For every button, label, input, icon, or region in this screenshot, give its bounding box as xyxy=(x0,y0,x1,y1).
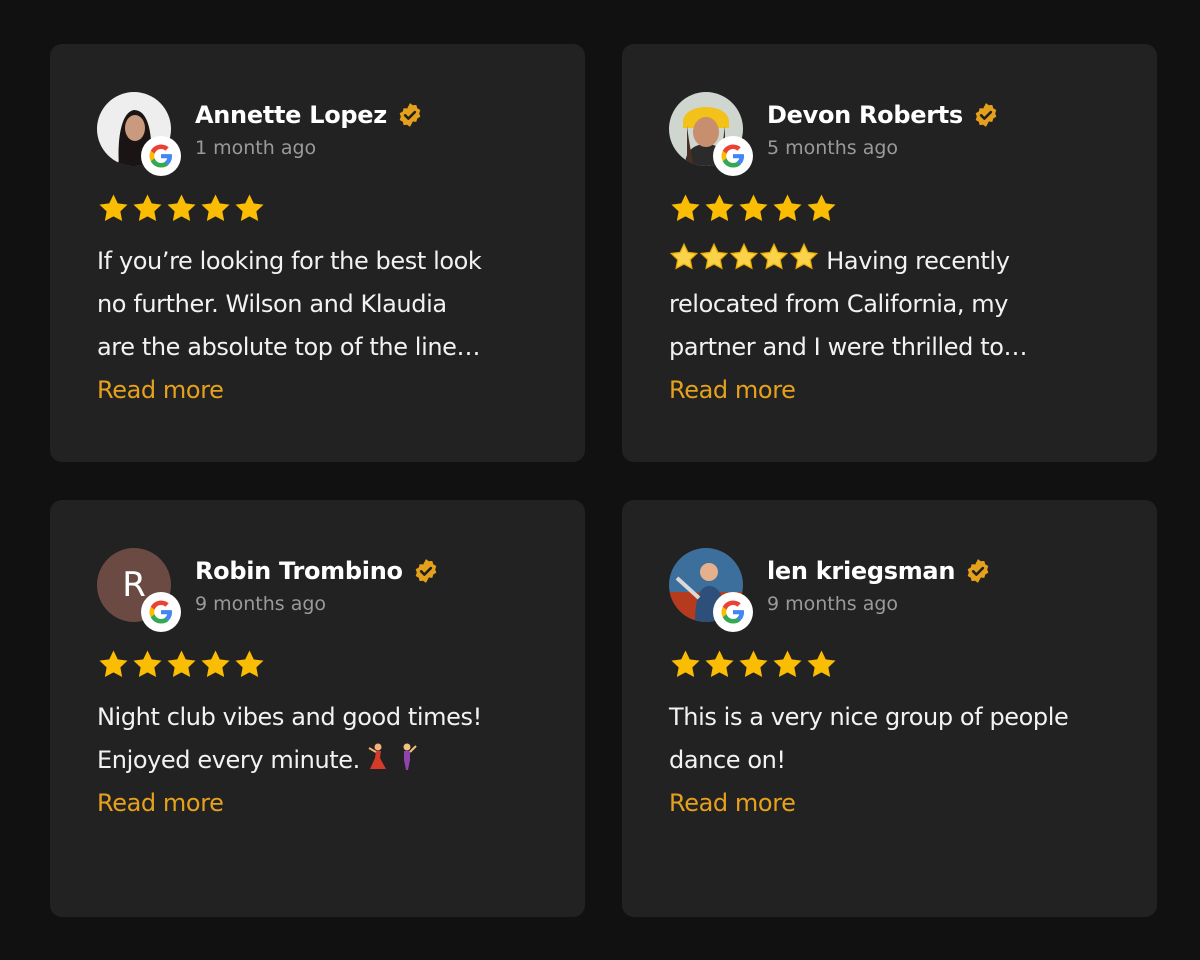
star-emoji-icon xyxy=(669,242,699,270)
review-card: Devon Roberts 5 months ago Having recent… xyxy=(622,44,1157,462)
star-icon xyxy=(773,650,802,678)
review-text-line: This is a very nice group of people xyxy=(669,703,1069,731)
avatar-container[interactable] xyxy=(669,548,753,632)
reviewer-name[interactable]: Devon Roberts xyxy=(767,101,963,129)
reviewer-name[interactable]: Annette Lopez xyxy=(195,101,387,129)
star-icon xyxy=(167,650,196,678)
read-more-link[interactable]: Read more xyxy=(669,369,796,412)
avatar-container[interactable] xyxy=(669,92,753,176)
reviewer-name[interactable]: Robin Trombino xyxy=(195,557,403,585)
review-text-segment: Having recently xyxy=(826,247,1010,275)
star-rating xyxy=(97,192,539,226)
verified-badge-icon xyxy=(967,559,989,583)
star-rating xyxy=(97,648,539,682)
review-text: If you’re looking for the best look no f… xyxy=(97,240,542,412)
star-icon xyxy=(99,650,128,678)
avatar-container[interactable] xyxy=(97,92,181,176)
star-icon xyxy=(201,194,230,222)
review-text-line: no further. Wilson and Klaudia xyxy=(97,290,447,318)
dancer-emoji-icon xyxy=(368,743,386,769)
star-icon xyxy=(671,194,700,222)
review-text-line: Having recently xyxy=(669,240,1114,283)
review-text-line: partner and I were thrilled to… xyxy=(669,333,1028,361)
review-text-segment: Enjoyed every minute. xyxy=(97,746,360,774)
review-date: 9 months ago xyxy=(767,593,899,615)
verified-badge-icon xyxy=(415,559,436,583)
review-text-line: Enjoyed every minute. xyxy=(97,739,542,782)
read-more-link[interactable]: Read more xyxy=(669,782,796,825)
star-icon xyxy=(167,194,196,222)
star-icon xyxy=(99,194,128,222)
google-icon xyxy=(713,592,753,632)
read-more-link[interactable]: Read more xyxy=(97,782,224,825)
review-header: Annette Lopez 1 month ago xyxy=(97,92,539,178)
star-emoji-icon xyxy=(789,242,819,270)
review-text-line: relocated from California, my xyxy=(669,290,1009,318)
verified-badge-icon xyxy=(975,103,997,127)
star-icon xyxy=(807,650,836,678)
verified-badge-icon xyxy=(399,103,421,127)
review-text-line: If you’re looking for the best look xyxy=(97,247,482,275)
star-icon xyxy=(133,194,162,222)
review-text-line: Night club vibes and good times! xyxy=(97,703,482,731)
review-header: len kriegsman 9 months ago xyxy=(669,548,1111,634)
review-date: 9 months ago xyxy=(195,593,327,615)
dancer-emoji-icon xyxy=(403,743,417,770)
google-icon xyxy=(141,592,181,632)
review-text-line: are the absolute top of the line… xyxy=(97,333,481,361)
reviews-grid: Annette Lopez 1 month ago If you’re look… xyxy=(50,44,1157,917)
star-icon xyxy=(201,650,230,678)
star-rating xyxy=(669,648,1111,682)
star-emoji-icon xyxy=(759,242,789,270)
review-card: len kriegsman 9 months ago This is a ver… xyxy=(622,500,1157,917)
review-card: Annette Lopez 1 month ago If you’re look… xyxy=(50,44,585,462)
star-icon xyxy=(773,194,802,222)
star-rating xyxy=(669,192,1111,226)
review-card: R Robin Trombino 9 months ago Night club… xyxy=(50,500,585,917)
review-text-line: dance on! xyxy=(669,746,786,774)
read-more-link[interactable]: Read more xyxy=(97,369,224,412)
star-icon xyxy=(235,194,264,222)
review-text: This is a very nice group of people danc… xyxy=(669,696,1114,825)
star-emoji-icon xyxy=(729,242,759,270)
google-icon xyxy=(713,136,753,176)
star-emoji-icon xyxy=(699,242,729,270)
star-icon xyxy=(705,194,734,222)
star-icon xyxy=(807,194,836,222)
star-icon xyxy=(705,650,734,678)
reviewer-name[interactable]: len kriegsman xyxy=(767,557,955,585)
avatar-container[interactable]: R xyxy=(97,548,181,632)
review-text: Night club vibes and good times! Enjoyed… xyxy=(97,696,542,825)
star-icon xyxy=(739,650,768,678)
review-date: 1 month ago xyxy=(195,137,317,159)
star-icon xyxy=(235,650,264,678)
star-icon xyxy=(671,650,700,678)
star-icon xyxy=(739,194,768,222)
star-emoji-group xyxy=(669,242,819,272)
star-icon xyxy=(133,650,162,678)
review-text: Having recently relocated from Californi… xyxy=(669,240,1114,412)
review-header: R Robin Trombino 9 months ago xyxy=(97,548,539,634)
google-icon xyxy=(141,136,181,176)
review-date: 5 months ago xyxy=(767,137,899,159)
review-header: Devon Roberts 5 months ago xyxy=(669,92,1111,178)
